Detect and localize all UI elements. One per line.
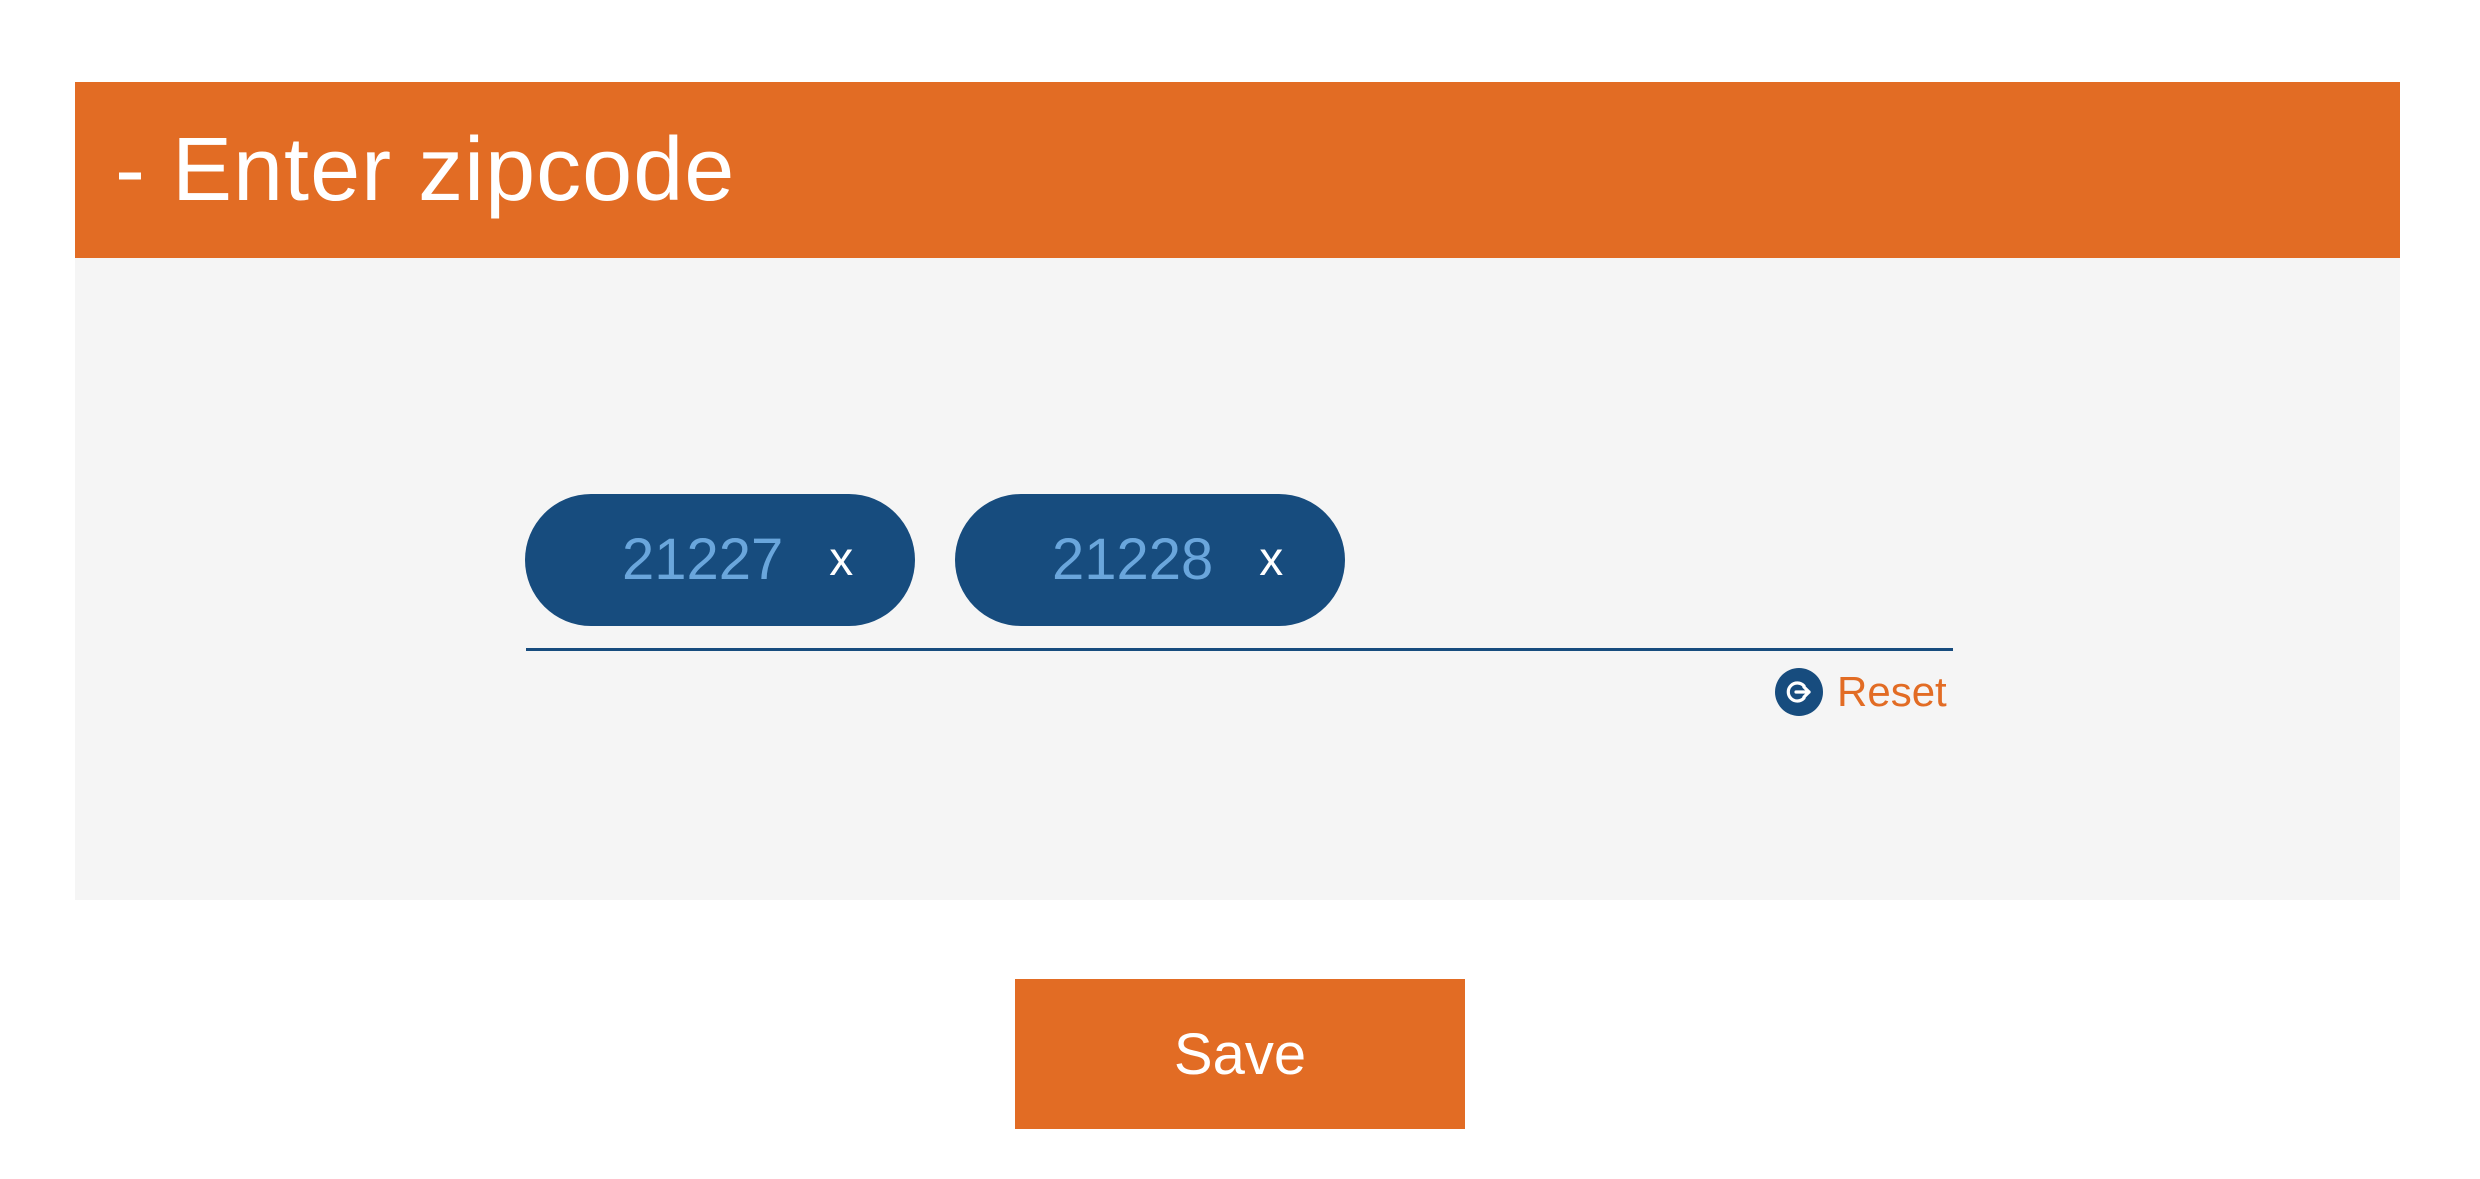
zipcode-chip-value: 21227 xyxy=(622,527,784,592)
reset-icon xyxy=(1775,668,1823,716)
zipcode-chip[interactable]: 21228 x xyxy=(955,494,1345,626)
zipcode-input-underline xyxy=(526,648,1953,651)
remove-zipcode-button[interactable]: x xyxy=(829,536,853,584)
panel-title: - Enter zipcode xyxy=(115,120,736,220)
save-button[interactable]: Save xyxy=(1015,979,1465,1129)
panel-header: - Enter zipcode xyxy=(75,82,2400,258)
zipcode-chip-list: 21227 x 21228 x xyxy=(525,494,1345,626)
reset-label: Reset xyxy=(1837,668,1947,715)
zipcode-panel: - Enter zipcode 21227 x 21228 x Reset xyxy=(75,82,2400,900)
reset-button[interactable]: Reset xyxy=(1775,668,1947,716)
zipcode-chip-value: 21228 xyxy=(1052,527,1214,592)
remove-zipcode-button[interactable]: x xyxy=(1259,536,1283,584)
zipcode-chip[interactable]: 21227 x xyxy=(525,494,915,626)
